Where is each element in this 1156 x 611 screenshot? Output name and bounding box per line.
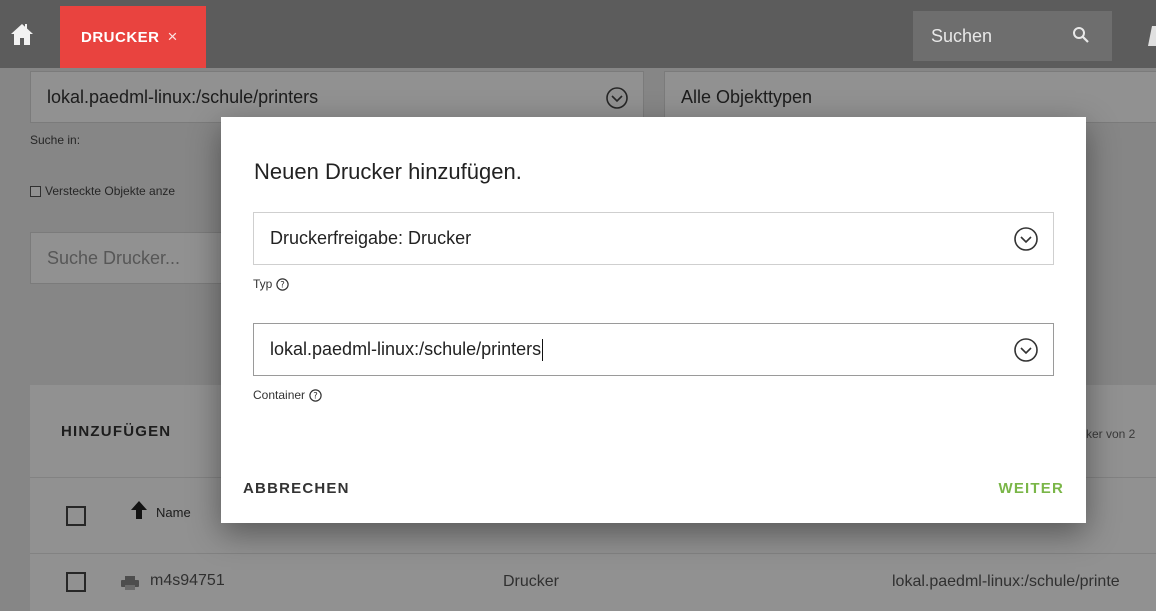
type-select[interactable]: Druckerfreigabe: Drucker: [253, 212, 1054, 265]
container-select[interactable]: lokal.paedml-linux:/schule/printers: [253, 323, 1054, 376]
home-icon: [11, 24, 33, 45]
container-label: Container ?: [253, 388, 322, 402]
next-button[interactable]: WEITER: [998, 480, 1064, 497]
chevron-down-icon: [1014, 227, 1038, 251]
help-icon[interactable]: ?: [309, 388, 322, 402]
type-select-value: Druckerfreigabe: Drucker: [270, 228, 472, 248]
dialog-title: Neuen Drucker hinzufügen.: [254, 159, 522, 184]
type-label-text: Typ: [253, 277, 273, 291]
help-icon[interactable]: ?: [276, 277, 290, 291]
tab-drucker[interactable]: DRUCKER ×: [60, 6, 206, 68]
cancel-button[interactable]: ABBRECHEN: [243, 480, 350, 497]
add-printer-dialog: Neuen Drucker hinzufügen. Druckerfreigab…: [221, 117, 1086, 523]
top-bar: DRUCKER × Suchen: [0, 0, 1156, 68]
global-search-placeholder: Suchen: [931, 25, 993, 46]
svg-text:?: ?: [313, 391, 318, 401]
user-menu-icon[interactable]: [1146, 22, 1156, 46]
container-select-value: lokal.paedml-linux:/schule/printers: [270, 339, 542, 359]
type-label: Typ ?: [253, 277, 290, 291]
tab-close-icon[interactable]: ×: [168, 27, 178, 47]
chevron-down-icon: [1014, 338, 1038, 362]
search-icon[interactable]: [1072, 26, 1090, 44]
container-label-text: Container: [253, 388, 306, 402]
svg-text:?: ?: [281, 280, 286, 290]
home-button[interactable]: [0, 6, 44, 62]
global-search-input[interactable]: Suchen: [913, 11, 1112, 61]
text-cursor: [542, 338, 544, 361]
tab-label: DRUCKER: [81, 28, 160, 46]
